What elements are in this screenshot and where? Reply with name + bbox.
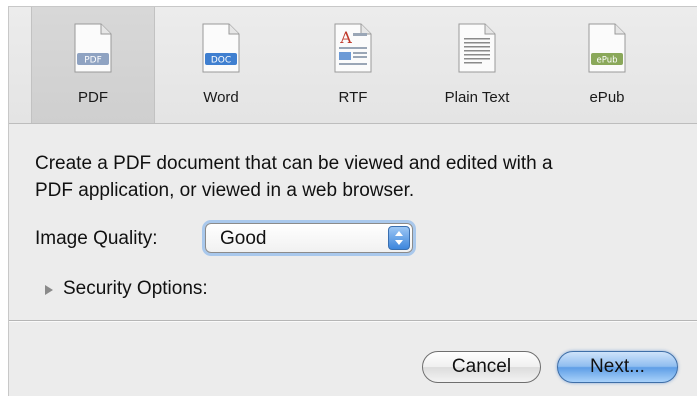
disclosure-triangle-icon[interactable] bbox=[43, 284, 55, 296]
image-quality-select[interactable]: Good bbox=[205, 223, 413, 253]
format-tab-plain-text[interactable]: Plain Text bbox=[415, 7, 539, 123]
plain-text-file-icon bbox=[458, 23, 496, 73]
svg-text:PDF: PDF bbox=[84, 56, 102, 66]
epub-file-icon: ePub bbox=[588, 23, 626, 73]
pdf-file-icon: PDF bbox=[74, 23, 112, 73]
svg-text:A: A bbox=[339, 28, 352, 47]
format-tab-word[interactable]: DOC Word bbox=[159, 7, 283, 123]
format-label-pdf: PDF bbox=[78, 89, 108, 106]
format-description: Create a PDF document that can be viewed… bbox=[35, 150, 695, 204]
format-toolbar: PDF PDF DOC Word A RTF Plain Text ePub e… bbox=[9, 7, 697, 124]
description-line-1: Create a PDF document that can be viewed… bbox=[35, 153, 553, 174]
separator bbox=[9, 320, 697, 321]
svg-text:DOC: DOC bbox=[211, 56, 231, 66]
select-stepper-icon bbox=[388, 226, 410, 250]
security-options-toggle[interactable]: Security Options: bbox=[63, 278, 208, 300]
format-label-plain-text: Plain Text bbox=[444, 89, 510, 106]
svg-text:ePub: ePub bbox=[597, 56, 618, 66]
format-label-word: Word bbox=[203, 89, 239, 106]
format-label-rtf: RTF bbox=[338, 89, 368, 106]
next-button[interactable]: Next... bbox=[557, 351, 678, 383]
image-quality-label: Image Quality: bbox=[35, 228, 158, 249]
format-tab-rtf[interactable]: A RTF bbox=[291, 7, 415, 123]
description-line-2: PDF application, or viewed in a web brow… bbox=[35, 180, 415, 201]
format-tab-pdf[interactable]: PDF PDF bbox=[31, 7, 155, 123]
rtf-file-icon: A bbox=[334, 23, 372, 73]
word-file-icon: DOC bbox=[202, 23, 240, 73]
format-label-epub: ePub bbox=[589, 89, 625, 106]
export-dialog: PDF PDF DOC Word A RTF Plain Text ePub e… bbox=[8, 6, 697, 396]
format-tab-epub[interactable]: ePub ePub bbox=[545, 7, 669, 123]
cancel-button[interactable]: Cancel bbox=[422, 351, 541, 383]
image-quality-value: Good bbox=[220, 228, 267, 249]
